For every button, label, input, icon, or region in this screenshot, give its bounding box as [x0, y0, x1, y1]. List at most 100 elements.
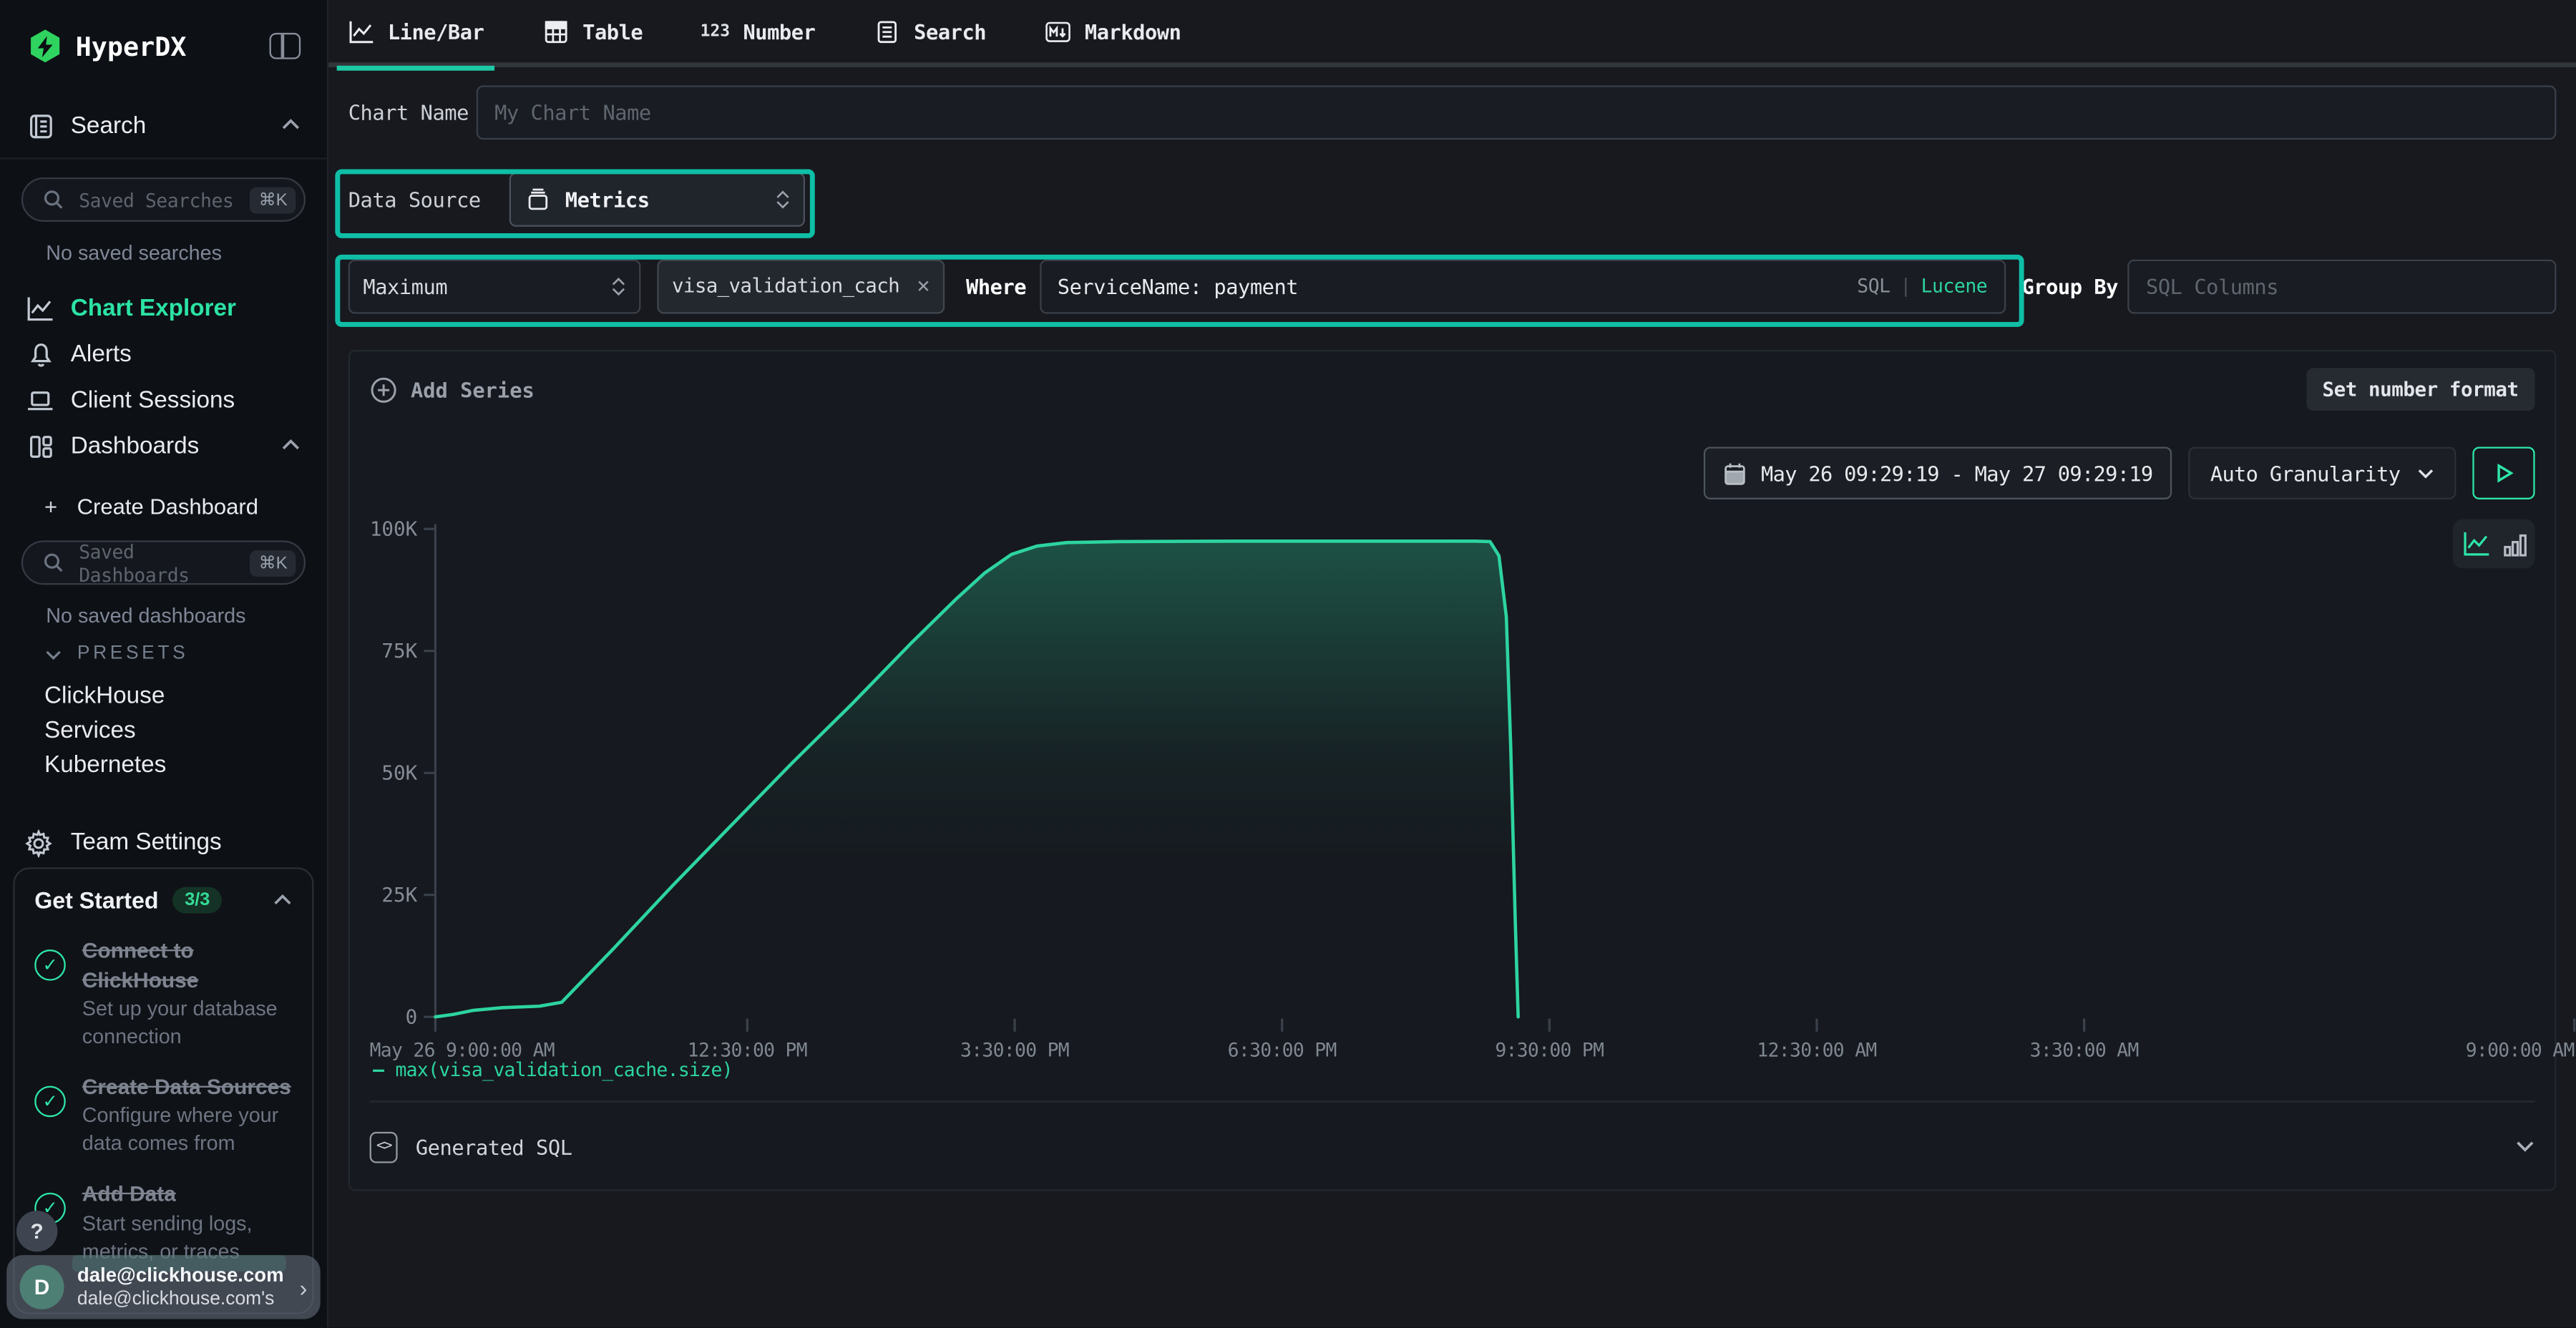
- user-team: dale@clickhouse.com's: [77, 1288, 284, 1312]
- select-chevrons-icon: [776, 190, 791, 208]
- sidebar-section-search[interactable]: Search: [0, 102, 327, 151]
- sidebar-item-alerts[interactable]: Alerts: [0, 332, 327, 378]
- sidebar-item-chart-explorer[interactable]: Chart Explorer: [0, 285, 327, 331]
- markdown-icon: [1043, 17, 1071, 45]
- main-area: Line/Bar Table 123 Number: [328, 0, 2576, 1327]
- metric-tag[interactable]: visa_validation_cach ✕: [657, 259, 945, 313]
- data-source-select[interactable]: Metrics: [509, 172, 805, 226]
- chevron-right-icon: ›: [300, 1274, 308, 1300]
- group-by-input[interactable]: SQL Columns: [2128, 259, 2557, 313]
- plus-icon: +: [44, 494, 57, 519]
- team-settings-button[interactable]: Team Settings: [0, 820, 327, 866]
- metric-chart[interactable]: 025K50K75K100KMay 26 9:00:00 AM12:30:00 …: [370, 509, 2576, 1061]
- presets-toggle[interactable]: PRESETS: [44, 644, 327, 664]
- select-chevrons-icon: [611, 277, 626, 295]
- sidebar-item-label: Client Sessions: [71, 388, 301, 414]
- line-chart-icon: [26, 295, 54, 323]
- aggregation-select[interactable]: Maximum: [348, 259, 641, 313]
- sidebar-item-label: Alerts: [71, 342, 301, 368]
- generated-sql-toggle[interactable]: <> Generated SQL: [370, 1120, 2535, 1173]
- brand-name: HyperDX: [76, 30, 270, 62]
- presets-header: PRESETS: [77, 644, 188, 664]
- chart-legend[interactable]: — max(visa_validation_cache.size): [373, 1058, 733, 1081]
- check-circle-icon: ✓: [34, 949, 66, 981]
- app-stage: HyperDX Search Saved Searches ⌘K No sav: [0, 0, 2576, 1327]
- svg-text:3:30:00 PM: 3:30:00 PM: [960, 1039, 1069, 1061]
- sidebar-divider: [0, 157, 327, 159]
- tab-number[interactable]: 123 Number: [701, 0, 816, 65]
- query-language-toggle[interactable]: SQL|Lucene: [1857, 274, 1987, 297]
- dashboards-icon: [26, 433, 54, 461]
- add-series-label: Add Series: [411, 377, 535, 401]
- tab-markdown[interactable]: Markdown: [1043, 0, 1181, 65]
- svg-text:50K: 50K: [381, 761, 417, 784]
- create-dashboard-button[interactable]: + Create Dashboard: [44, 494, 327, 519]
- gear-icon: [24, 829, 52, 856]
- date-range-value: May 26 09:29:19 - May 27 09:29:19: [1761, 461, 2152, 485]
- task-title: Connect to ClickHouse: [82, 937, 280, 995]
- search-section-icon: [26, 112, 54, 140]
- bell-icon: [26, 341, 54, 368]
- chart-builder-panel: Add Series Set number format May 26 09:2…: [348, 350, 2557, 1191]
- get-started-item[interactable]: ✓ Connect to ClickHouse Set up your data…: [34, 937, 292, 1051]
- search-section-label: Search: [71, 113, 265, 140]
- hyperdx-logo-icon: [29, 29, 61, 62]
- search-icon: [39, 185, 67, 213]
- chevron-down-icon: [2416, 467, 2434, 479]
- check-circle-icon: ✓: [34, 1085, 66, 1117]
- chart-type-tabs: Line/Bar Table 123 Number: [328, 0, 2576, 67]
- get-started-item[interactable]: ✓ Create Data Sources Configure where yo…: [34, 1073, 292, 1158]
- user-menu[interactable]: D dale@clickhouse.com dale@clickhouse.co…: [6, 1255, 321, 1319]
- saved-searches-input[interactable]: Saved Searches ⌘K: [21, 177, 306, 222]
- chevron-up-icon[interactable]: [273, 886, 293, 915]
- line-chart-icon: [346, 17, 374, 45]
- granularity-select[interactable]: Auto Granularity: [2189, 446, 2456, 499]
- where-value: ServiceName: payment: [1058, 273, 1844, 298]
- code-icon: <>: [370, 1131, 398, 1163]
- remove-metric-icon[interactable]: ✕: [917, 273, 930, 298]
- granularity-value: Auto Granularity: [2210, 461, 2400, 485]
- tab-table[interactable]: Table: [542, 0, 643, 65]
- divider: [370, 1100, 2535, 1102]
- help-button[interactable]: ?: [16, 1211, 57, 1251]
- create-dashboard-label: Create Dashboard: [77, 494, 258, 519]
- task-subtitle: Set up your database connection: [82, 996, 296, 1051]
- where-input[interactable]: ServiceName: payment SQL|Lucene: [1039, 259, 2005, 313]
- sidebar-item-label: Chart Explorer: [71, 296, 301, 322]
- task-title: Create Data Sources: [82, 1073, 296, 1101]
- legend-swatch: —: [373, 1058, 384, 1081]
- task-subtitle: Configure where your data comes from: [82, 1103, 296, 1158]
- number-123-icon: 123: [701, 22, 730, 40]
- preset-clickhouse[interactable]: ClickHouse: [44, 683, 327, 706]
- svg-text:12:30:00 AM: 12:30:00 AM: [1757, 1039, 1876, 1061]
- add-series-button[interactable]: Add Series: [370, 376, 535, 404]
- svg-text:6:30:00 PM: 6:30:00 PM: [1228, 1039, 1337, 1061]
- where-label: Where: [966, 273, 1026, 298]
- group-by-label: Group By: [2021, 273, 2118, 298]
- user-email: dale@clickhouse.com: [77, 1263, 284, 1287]
- sidebar-collapse-icon[interactable]: [270, 33, 301, 59]
- get-started-item[interactable]: ✓ Add Data Start sending logs, metrics, …: [34, 1180, 292, 1266]
- get-started-progress-badge: 3/3: [173, 887, 221, 914]
- metric-tag-label: visa_validation_cach: [672, 274, 907, 297]
- preset-services[interactable]: Services: [44, 718, 327, 741]
- no-saved-dashboards-note: No saved dashboards: [46, 605, 327, 628]
- svg-text:0: 0: [406, 1005, 418, 1028]
- tab-label: Search: [914, 19, 986, 43]
- saved-dashboards-placeholder: Saved Dashboards: [79, 540, 239, 585]
- tab-search[interactable]: Search: [873, 0, 986, 65]
- date-range-picker[interactable]: May 26 09:29:19 - May 27 09:29:19: [1704, 446, 2172, 499]
- chevron-down-icon: [44, 648, 62, 660]
- team-settings-label: Team Settings: [71, 829, 222, 856]
- saved-dashboards-input[interactable]: Saved Dashboards ⌘K: [21, 540, 306, 585]
- data-source-label: Data Source: [348, 187, 509, 211]
- lucene-option: Lucene: [1921, 274, 1988, 297]
- run-query-button[interactable]: [2472, 446, 2534, 499]
- preset-kubernetes[interactable]: Kubernetes: [44, 753, 327, 776]
- chart-name-input[interactable]: My Chart Name: [477, 85, 2557, 140]
- tab-label: Table: [582, 19, 643, 43]
- set-number-format-button[interactable]: Set number format: [2306, 368, 2535, 411]
- sidebar-item-dashboards[interactable]: Dashboards: [0, 424, 327, 469]
- tab-line-bar[interactable]: Line/Bar: [346, 0, 484, 65]
- sidebar-item-client-sessions[interactable]: Client Sessions: [0, 378, 327, 424]
